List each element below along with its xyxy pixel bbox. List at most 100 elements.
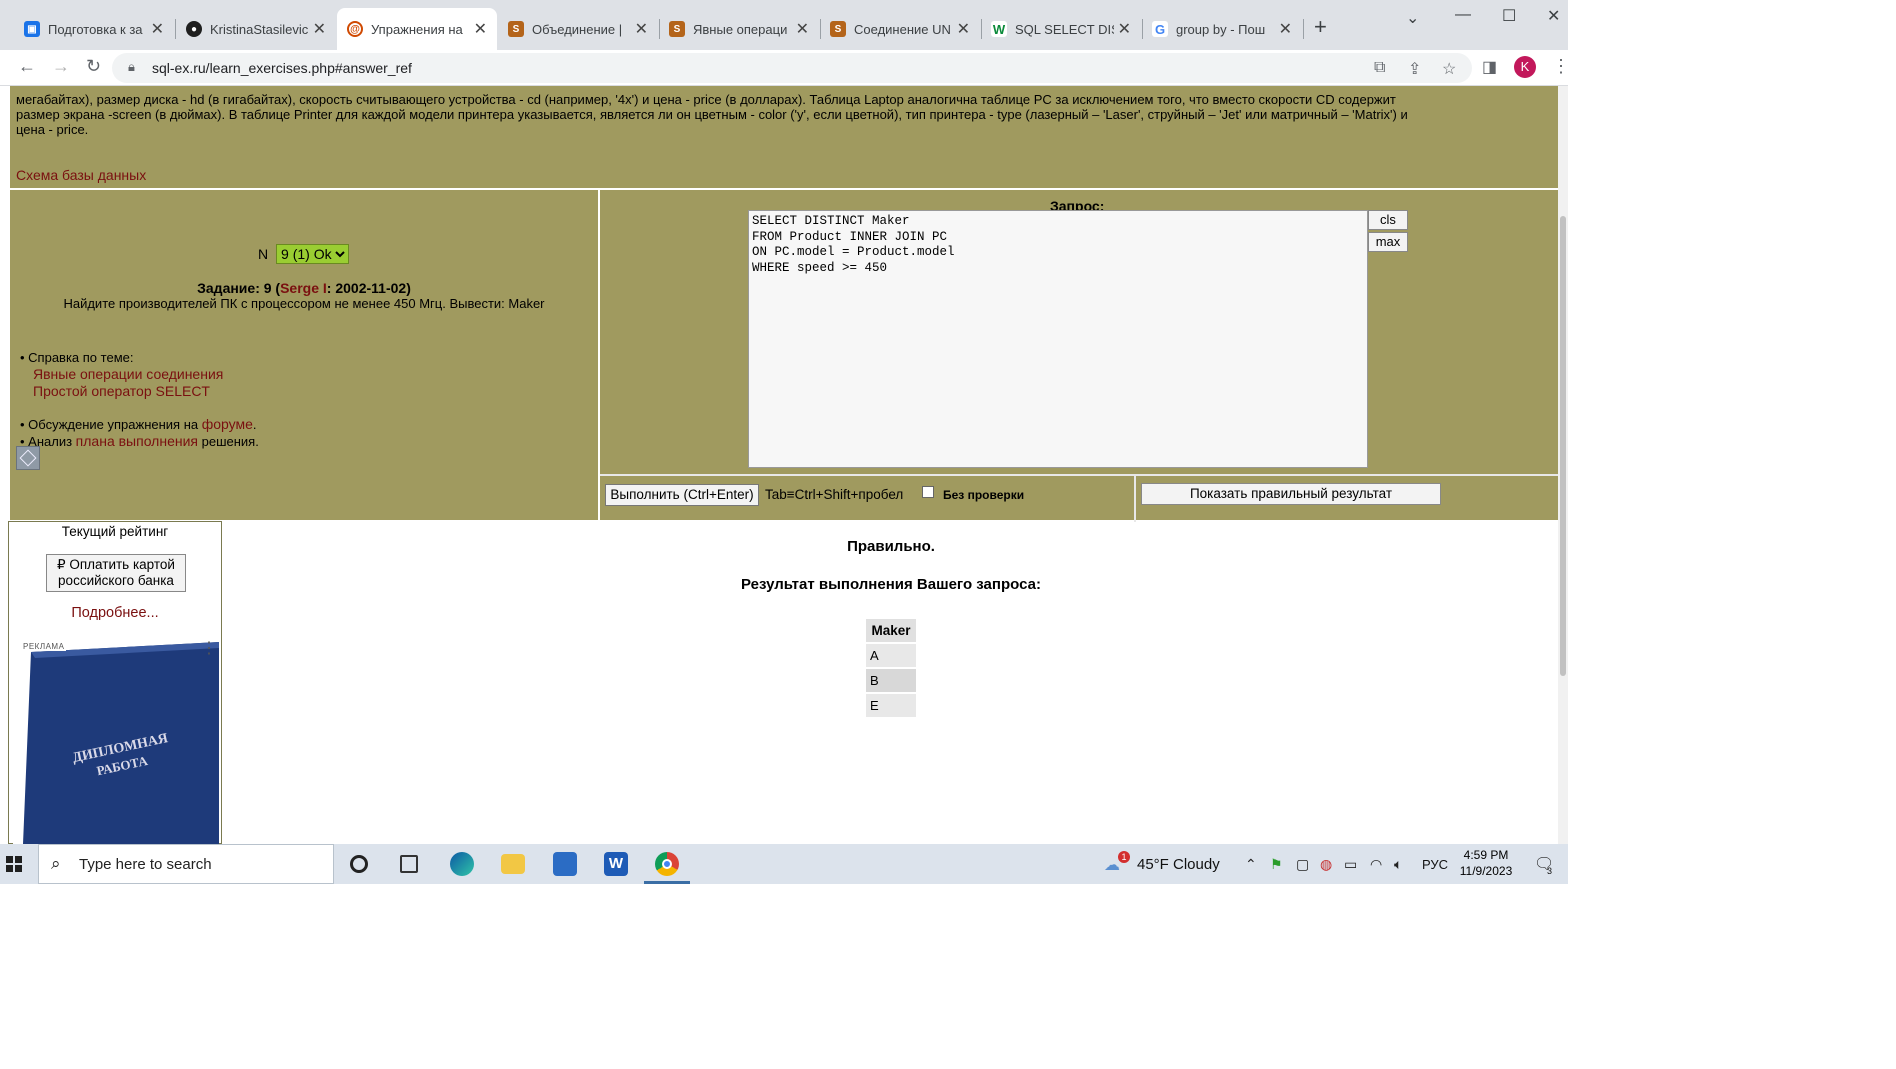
github-icon: ● (186, 21, 202, 37)
query-editor[interactable]: SELECT DISTINCT Maker FROM Product INNER… (748, 210, 1368, 468)
diamond-icon[interactable] (16, 446, 40, 470)
tab-8[interactable]: G group by - Пош ✕ (1142, 8, 1302, 50)
wifi-icon[interactable]: ◠ (1370, 856, 1382, 873)
tab-search-icon[interactable]: ⌄ (1406, 8, 1419, 28)
bookmark-star-icon[interactable]: ☆ (1442, 59, 1456, 79)
edge-icon[interactable] (450, 852, 474, 876)
result-status: Правильно. (847, 538, 935, 555)
more-link[interactable]: Подробнее... (9, 605, 221, 621)
file-explorer-icon[interactable] (501, 854, 525, 874)
site-s-icon: S (669, 21, 685, 37)
help-link-select[interactable]: Простой оператор SELECT (33, 383, 210, 399)
translate-icon[interactable]: ⧉ (1374, 59, 1385, 77)
diploma-ad-image[interactable]: ДИПЛОМНАЯ РАБОТА (13, 642, 219, 844)
show-correct-result-button[interactable]: Показать правильный результат (1141, 483, 1441, 505)
close-icon[interactable]: ✕ (1118, 19, 1131, 39)
side-panel-icon[interactable]: ◨ (1482, 57, 1497, 77)
search-placeholder[interactable]: Type here to search (79, 856, 212, 873)
close-icon[interactable]: ✕ (474, 19, 487, 39)
new-tab-button[interactable]: + (1314, 14, 1327, 40)
exercise-select[interactable]: 9 (1) Ok (276, 244, 350, 264)
tab-title: Соединение UN (854, 21, 951, 37)
plan-suffix: решения. (198, 434, 259, 449)
taskbar-search[interactable]: ⌕ Type here to search (38, 844, 334, 884)
forum-link[interactable]: форуме (202, 416, 253, 432)
chevron-up-icon[interactable]: ⌃ (1245, 856, 1257, 873)
task-author: Serge I (280, 280, 327, 296)
back-icon[interactable]: ← (18, 56, 36, 77)
language-indicator[interactable]: РУС (1422, 857, 1448, 872)
no-check-checkbox[interactable] (922, 486, 934, 498)
url-text[interactable]: sql-ex.ru/learn_exercises.php#answer_ref (152, 60, 412, 76)
table-cell: A (866, 644, 916, 667)
w3schools-icon: W (991, 21, 1007, 37)
schema-link[interactable]: Схема базы данных (16, 168, 146, 183)
forward-icon[interactable]: → (52, 56, 70, 77)
page-content: мегабайтах), размер диска - hd (в гигаба… (0, 86, 1568, 844)
tab-hint: Tab≡Ctrl+Shift+пробел (765, 487, 904, 502)
rating-box: Текущий рейтинг ₽ Оплатить картой россий… (8, 521, 222, 844)
volume-icon[interactable]: 🔈︎ (1394, 856, 1402, 873)
database-description: мегабайтах), размер диска - hd (в гигаба… (10, 86, 1558, 188)
tab-2[interactable]: ● KristinaStasilevic ✕ (176, 8, 336, 50)
tab-4[interactable]: S Объединение | ✕ (498, 8, 658, 50)
tab-6[interactable]: S Соединение UN ✕ (820, 8, 980, 50)
close-icon[interactable]: ✕ (1279, 19, 1292, 39)
task-title-prefix: Задание: 9 ( (197, 280, 281, 296)
at-sign-icon: @ (347, 21, 363, 37)
close-icon[interactable]: ✕ (151, 19, 164, 39)
tab-1[interactable]: ▣ Подготовка к за ✕ (14, 8, 174, 50)
exercise-selector-row: N 9 (1) Ok (258, 244, 350, 264)
close-icon[interactable]: ✕ (796, 19, 809, 39)
tab-title: SQL SELECT DIS (1015, 21, 1114, 37)
share-icon[interactable]: ⇪ (1408, 59, 1421, 79)
tab-7[interactable]: W SQL SELECT DIS ✕ (981, 8, 1141, 50)
cortana-icon[interactable] (350, 855, 368, 873)
google-icon: G (1152, 21, 1168, 37)
task-view-icon[interactable] (400, 855, 418, 873)
tab-title: KristinaStasilevic (210, 21, 309, 37)
battery-icon[interactable]: ▭ (1344, 856, 1357, 873)
reload-icon[interactable]: ↻ (86, 56, 101, 77)
weather-text[interactable]: 45°F Cloudy (1137, 856, 1220, 873)
lock-icon[interactable]: 🔒︎ (128, 59, 135, 75)
pay-card-button[interactable]: ₽ Оплатить картой российского банка (46, 554, 186, 592)
windows-taskbar: ⌕ Type here to search W ☁ 1 45°F Cloudy … (0, 844, 1568, 884)
maximize-icon[interactable]: ☐ (1502, 6, 1516, 26)
tab-3-active[interactable]: @ Упражнения на ✕ (337, 8, 497, 50)
page-scrollbar[interactable] (1558, 86, 1568, 844)
profile-avatar[interactable]: K (1514, 56, 1536, 78)
max-button[interactable]: max (1368, 232, 1408, 252)
close-icon[interactable]: ✕ (313, 19, 326, 39)
clock[interactable]: 4:59 PM 11/9/2023 (1446, 847, 1526, 879)
scrollbar-thumb[interactable] (1560, 216, 1566, 676)
word-icon[interactable]: W (604, 852, 628, 876)
help-link-joins[interactable]: Явные операции соединения (33, 366, 223, 382)
cls-button[interactable]: cls (1368, 210, 1408, 230)
ad-label: РЕКЛАМА (21, 642, 67, 651)
site-s-icon: S (830, 21, 846, 37)
chrome-icon[interactable] (655, 852, 679, 876)
tab-title: Упражнения на (371, 21, 463, 37)
address-bar[interactable]: 🔒︎ sql-ex.ru/learn_exercises.php#answer_… (112, 53, 1472, 83)
tab-5[interactable]: S Явные операци ✕ (659, 8, 819, 50)
close-icon[interactable]: ✕ (957, 19, 970, 39)
column-header: Maker (866, 619, 916, 642)
security-icon[interactable]: ◍ (1320, 856, 1332, 873)
site-s-icon: S (508, 21, 524, 37)
flag-icon[interactable]: ⚑ (1270, 856, 1283, 873)
clock-date: 11/9/2023 (1459, 864, 1513, 878)
minimize-icon[interactable]: — (1455, 6, 1471, 24)
plan-link[interactable]: плана выполнения (76, 433, 198, 449)
windows-start-icon[interactable] (6, 856, 22, 872)
store-icon[interactable] (553, 852, 577, 876)
forum-prefix: • Обсуждение упражнения на (20, 417, 202, 432)
close-icon[interactable]: ✕ (635, 19, 648, 39)
ad-banner[interactable]: ДИПЛОМНАЯ РАБОТА РЕКЛАМА ⋮ (13, 638, 219, 844)
meet-icon[interactable]: ▢ (1296, 856, 1309, 873)
close-window-icon[interactable]: ✕ (1547, 6, 1560, 26)
ad-menu-icon[interactable]: ⋮ (201, 638, 217, 658)
run-query-button[interactable]: Выполнить (Ctrl+Enter) (605, 484, 759, 506)
result-title: Результат выполнения Вашего запроса: (741, 576, 1041, 593)
menu-dots-icon[interactable]: ⋮ (1552, 56, 1570, 77)
